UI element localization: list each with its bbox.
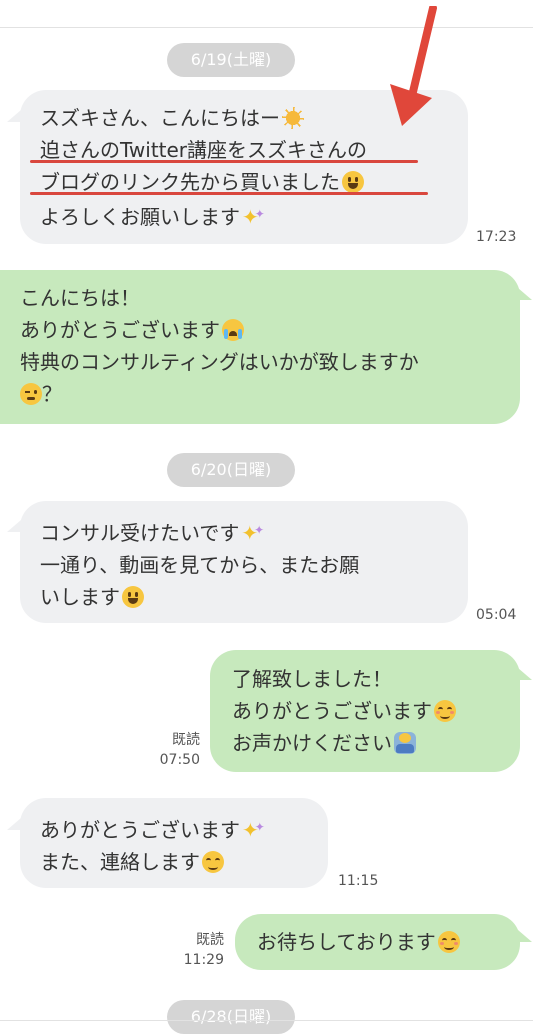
bowing-person-icon: [394, 732, 416, 754]
message-time: 07:50: [159, 752, 200, 768]
message-text: また、連絡します: [40, 850, 200, 874]
bubble-tail: [518, 288, 532, 300]
message-text: ？: [42, 382, 62, 406]
message-time: 17:23: [476, 229, 517, 245]
winking-face-icon: [20, 383, 42, 405]
smiling-face-icon: [202, 851, 224, 873]
message-text: お声かけください: [232, 731, 392, 755]
message-text: こんにちは！: [20, 286, 140, 310]
sparkles-small-icon: ✦: [254, 207, 265, 221]
message-text: 了解致しました！: [232, 667, 392, 691]
message-text: ありがとうございます: [20, 318, 220, 342]
date-separator: 6/20(日曜): [167, 453, 295, 487]
footer-divider: [0, 1020, 533, 1021]
smiling-face-icon: [437, 931, 460, 953]
red-arrow-annotation-icon: [390, 6, 437, 126]
sparkles-small-icon: ✦: [254, 523, 265, 537]
bubble-tail: [518, 668, 532, 680]
message-text: コンサル受けたいです: [40, 521, 240, 545]
message-text: よろしくお願いします: [40, 205, 240, 229]
bubble-tail: [7, 818, 21, 830]
read-receipt: 既読 11:29: [172, 930, 224, 970]
message-time: 11:15: [338, 873, 379, 889]
read-receipt: 既読 07:50: [150, 730, 200, 770]
incoming-message-bubble[interactable]: コンサル受けたいです ✦✦ 一通り、動画を見てから、またお願 いします: [20, 501, 468, 623]
incoming-message-bubble[interactable]: ありがとうございます ✦✦ また、連絡します: [20, 798, 328, 888]
red-underline-annotation: [30, 192, 428, 195]
sun-emoji-icon: [282, 107, 304, 129]
message-time: 11:29: [183, 952, 224, 968]
message-time: 05:04: [476, 607, 517, 623]
bubble-tail: [7, 110, 21, 122]
sparkles-small-icon: ✦: [254, 820, 265, 834]
outgoing-message-bubble[interactable]: お待ちしております: [235, 914, 520, 970]
message-text: ありがとうございます: [232, 699, 432, 723]
date-separator: 6/28(日曜): [167, 1000, 295, 1034]
red-underline-annotation: [30, 160, 418, 163]
bubble-tail: [7, 520, 21, 532]
grinning-face-icon: [122, 586, 144, 608]
date-separator: 6/19(土曜): [167, 43, 295, 77]
smiling-face-icon: [434, 700, 456, 722]
crying-face-icon: [222, 319, 244, 341]
message-text: 特典のコンサルティングはいかが致しますか: [20, 350, 419, 374]
outgoing-message-bubble[interactable]: こんにちは！ ありがとうございます 特典のコンサルティングはいかが致しますか ？: [0, 270, 520, 424]
message-text: お待ちしております: [257, 930, 436, 954]
message-text: いします: [40, 585, 120, 609]
outgoing-message-bubble[interactable]: 了解致しました！ ありがとうございます お声かけください: [210, 650, 520, 772]
grinning-face-icon: [342, 171, 364, 193]
message-text: ブログのリンク先から買いました: [40, 170, 340, 194]
message-text: ありがとうございます: [40, 818, 240, 842]
message-text: スズキさん、こんにちはー: [40, 106, 280, 130]
message-text: 一通り、動画を見てから、またお願: [40, 553, 360, 577]
bubble-tail: [518, 930, 532, 942]
header-divider: [0, 27, 533, 28]
